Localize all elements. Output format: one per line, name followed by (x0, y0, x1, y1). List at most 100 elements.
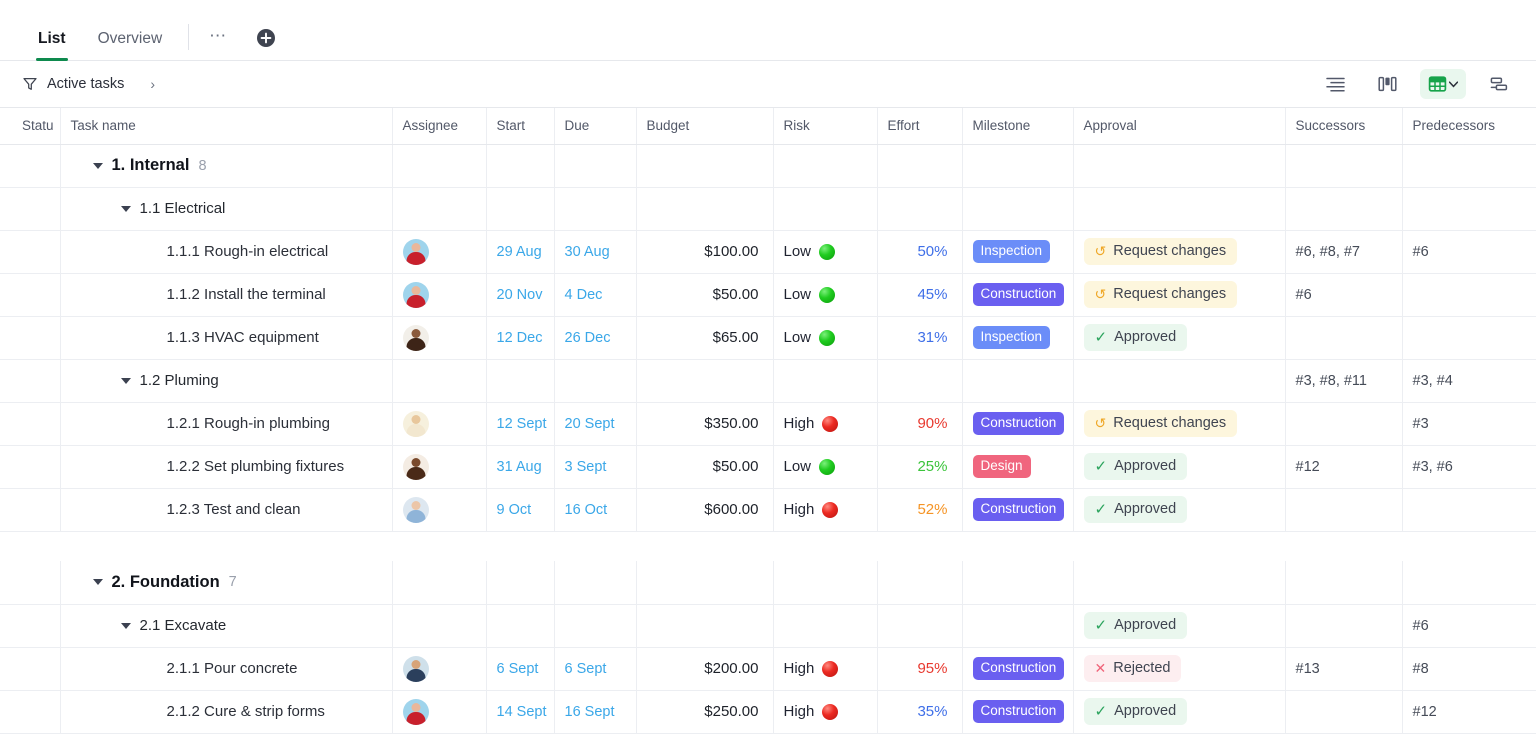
successors-cell[interactable] (1285, 144, 1403, 188)
due-date-cell[interactable] (554, 187, 637, 231)
task-name-cell[interactable]: 2.1.1 Pour concrete (60, 647, 393, 691)
avatar[interactable] (402, 698, 429, 725)
predecessors-cell[interactable]: #8 (1402, 647, 1536, 691)
column-header-milestone[interactable]: Milestone (962, 108, 1074, 145)
start-date-cell[interactable]: 6 Sept (486, 647, 555, 691)
table-row[interactable]: 1.2.3 Test and clean 9 Oct 16 Oct $600.00 Hi… (0, 488, 1536, 532)
table-row[interactable]: 1.1.1 Rough-in electrical 29 Aug 30 Aug $10… (0, 230, 1536, 274)
due-date-cell[interactable] (554, 604, 637, 648)
risk-cell[interactable]: Low (773, 273, 878, 317)
successors-cell[interactable] (1285, 316, 1403, 360)
assignee-cell[interactable] (392, 273, 487, 317)
due-date-cell[interactable]: 30 Aug (554, 230, 637, 274)
milestone-badge[interactable]: Inspection (972, 240, 1051, 263)
column-header-budget[interactable]: Budget (636, 108, 774, 145)
milestone-cell[interactable] (962, 604, 1074, 648)
avatar[interactable] (402, 453, 429, 480)
milestone-cell[interactable]: Construction (962, 402, 1074, 446)
budget-cell[interactable]: $250.00 (636, 690, 774, 734)
risk-cell[interactable] (773, 359, 878, 403)
task-name-cell[interactable]: 1.1 Electrical (60, 187, 393, 231)
table-row[interactable]: 1.2.2 Set plumbing fixtures 31 Aug 3 Sept $… (0, 445, 1536, 489)
predecessors-cell[interactable]: #6 (1402, 230, 1536, 274)
predecessors-cell[interactable] (1402, 187, 1536, 231)
subgroup-row[interactable]: 2.1 Excavate ✓ Approved #6 (0, 604, 1536, 648)
status-cell[interactable] (0, 402, 61, 446)
predecessors-cell[interactable] (1402, 316, 1536, 360)
milestone-cell[interactable] (962, 561, 1074, 605)
column-header-successors[interactable]: Successors (1285, 108, 1403, 145)
more-tabs-icon[interactable]: ⋯ (195, 27, 242, 60)
approval-cell[interactable]: ✓ Approved (1073, 445, 1286, 489)
column-header-start[interactable]: Start (486, 108, 555, 145)
budget-cell[interactable]: $200.00 (636, 647, 774, 691)
effort-cell[interactable] (877, 359, 963, 403)
start-date-cell[interactable]: 31 Aug (486, 445, 555, 489)
status-cell[interactable] (0, 144, 61, 188)
effort-cell[interactable]: 25% (877, 445, 963, 489)
approval-cell[interactable]: ✓ Approved (1073, 690, 1286, 734)
tab-overview[interactable]: Overview (82, 30, 179, 61)
predecessors-cell[interactable]: #3, #6 (1402, 445, 1536, 489)
status-cell[interactable] (0, 647, 61, 691)
effort-cell[interactable]: 50% (877, 230, 963, 274)
effort-cell[interactable]: 45% (877, 273, 963, 317)
due-date-cell[interactable]: 16 Oct (554, 488, 637, 532)
start-date-cell[interactable]: 14 Sept (486, 690, 555, 734)
due-date-cell[interactable] (554, 144, 637, 188)
status-cell[interactable] (0, 273, 61, 317)
approval-cell[interactable]: ↺ Request changes (1073, 230, 1286, 274)
status-cell[interactable] (0, 230, 61, 274)
assignee-cell[interactable] (392, 445, 487, 489)
status-cell[interactable] (0, 316, 61, 360)
collapse-caret-icon[interactable] (92, 162, 103, 169)
successors-cell[interactable] (1285, 604, 1403, 648)
predecessors-cell[interactable] (1402, 561, 1536, 605)
risk-cell[interactable]: Low (773, 445, 878, 489)
group-row[interactable]: 2. Foundation 7 (0, 561, 1536, 605)
milestone-badge[interactable]: Design (972, 455, 1031, 478)
column-header-status[interactable]: Statu (0, 108, 61, 145)
milestone-cell[interactable] (962, 359, 1074, 403)
effort-cell[interactable]: 90% (877, 402, 963, 446)
due-date-cell[interactable]: 6 Sept (554, 647, 637, 691)
milestone-badge[interactable]: Construction (972, 283, 1065, 306)
approval-cell[interactable] (1073, 359, 1286, 403)
budget-cell[interactable]: $600.00 (636, 488, 774, 532)
effort-cell[interactable] (877, 561, 963, 605)
collapse-caret-icon[interactable] (120, 205, 131, 212)
approval-badge[interactable]: ✓ Approved (1083, 612, 1188, 639)
milestone-cell[interactable]: Construction (962, 488, 1074, 532)
predecessors-cell[interactable] (1402, 488, 1536, 532)
milestone-badge[interactable]: Construction (972, 700, 1065, 723)
approval-cell[interactable] (1073, 144, 1286, 188)
column-header-approval[interactable]: Approval (1073, 108, 1286, 145)
kanban-columns-icon[interactable] (1368, 69, 1406, 99)
task-name-cell[interactable]: 2.1 Excavate (60, 604, 393, 648)
successors-cell[interactable] (1285, 690, 1403, 734)
approval-badge[interactable]: ✓ Approved (1083, 496, 1188, 523)
column-header-assignee[interactable]: Assignee (392, 108, 487, 145)
start-date-cell[interactable]: 12 Sept (486, 402, 555, 446)
table-grid-icon[interactable] (1420, 69, 1466, 99)
successors-cell[interactable] (1285, 187, 1403, 231)
risk-cell[interactable]: High (773, 488, 878, 532)
milestone-badge[interactable]: Construction (972, 498, 1065, 521)
assignee-cell[interactable] (392, 359, 487, 403)
start-date-cell[interactable]: 20 Nov (486, 273, 555, 317)
successors-cell[interactable] (1285, 402, 1403, 446)
filter-expand-chevron-icon[interactable]: › (150, 76, 155, 92)
status-cell[interactable] (0, 359, 61, 403)
start-date-cell[interactable] (486, 359, 555, 403)
milestone-cell[interactable]: Construction (962, 273, 1074, 317)
approval-badge[interactable]: ✓ Approved (1083, 698, 1188, 725)
assignee-cell[interactable] (392, 402, 487, 446)
approval-badge[interactable]: ✓ Approved (1083, 453, 1188, 480)
successors-cell[interactable]: #13 (1285, 647, 1403, 691)
task-name-cell[interactable]: 1.2.3 Test and clean (60, 488, 393, 532)
approval-badge[interactable]: ↺ Request changes (1083, 238, 1238, 265)
start-date-cell[interactable]: 29 Aug (486, 230, 555, 274)
task-name-cell[interactable]: 2.1.2 Cure & strip forms (60, 690, 393, 734)
task-name-cell[interactable]: 1.1.1 Rough-in electrical (60, 230, 393, 274)
approval-cell[interactable]: ✓ Approved (1073, 604, 1286, 648)
